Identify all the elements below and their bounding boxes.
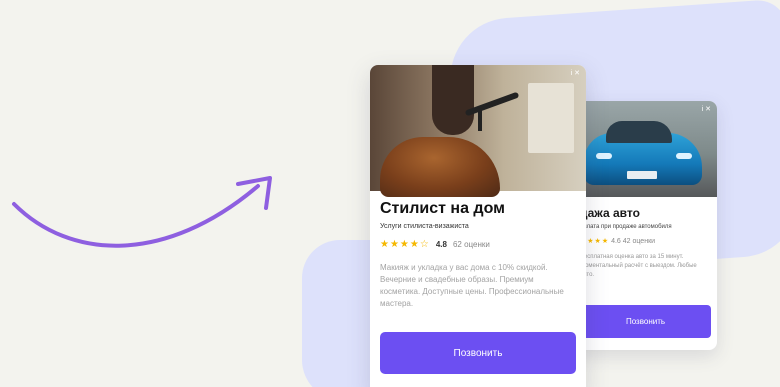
rating-value: 4.8 (435, 240, 447, 249)
ad-close-icon[interactable]: i ✕ (571, 69, 580, 77)
car-license-plate (627, 171, 657, 179)
call-button[interactable]: Позвонить (380, 332, 576, 374)
card-description: Бесплатная оценка авто за 15 минут. Моме… (580, 254, 697, 278)
call-button[interactable]: Позвонить (580, 305, 711, 338)
photo-hair-tool-handle (478, 109, 482, 131)
ad-card-car-sale[interactable]: i ✕ дажа авто оплата при продаже автомоб… (574, 101, 717, 350)
photo-client-hair (380, 137, 500, 197)
car-headlight-left (596, 153, 612, 159)
car-headlight-right (676, 153, 692, 159)
rating-value: 4.6 (611, 238, 621, 245)
card-description: Макияж и укладка у вас дома с 10% скидко… (380, 263, 564, 308)
rating-count: 62 оценки (452, 240, 490, 249)
blue-car-photo: i ✕ (574, 101, 717, 197)
ad-close-icon[interactable]: i ✕ (702, 105, 711, 113)
card-title: Стилист на дом (380, 200, 505, 217)
card-rating: ★★★★ 4.6 42 оценки (580, 237, 655, 245)
hair-stylist-photo: i ✕ (370, 65, 586, 197)
photo-window-shape (528, 83, 574, 153)
ad-card-stylist[interactable]: i ✕ Стилист на дом Услуги стилиста-визаж… (370, 65, 586, 387)
card-subtitle: оплата при продаже автомобиля (580, 224, 672, 230)
rating-stars-icon: ★★★★☆ (380, 239, 430, 250)
rating-count: 42 оценки (622, 238, 656, 245)
card-title: дажа авто (580, 206, 640, 220)
car-window-shape (606, 121, 672, 143)
photo-stylist-arm (432, 65, 474, 135)
card-rating: ★★★★☆ 4.8 62 оценки (380, 239, 490, 250)
card-subtitle: Услуги стилиста-визажиста (380, 223, 469, 230)
